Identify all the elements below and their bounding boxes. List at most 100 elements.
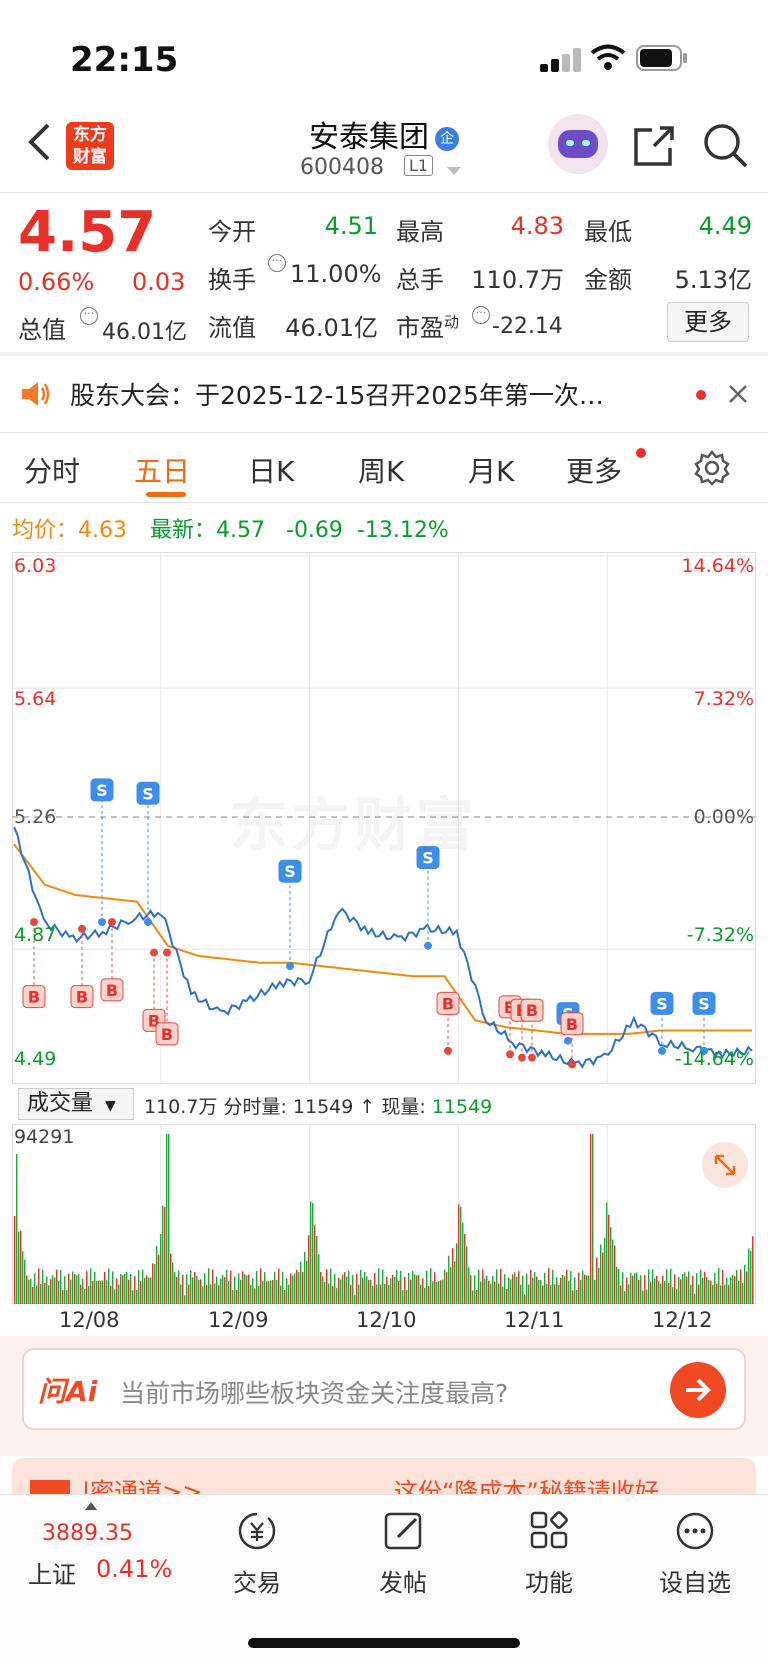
- volume-bar: [14, 1216, 16, 1304]
- volume-bar: [180, 1284, 182, 1304]
- expand-icon[interactable]: [702, 1142, 748, 1188]
- volume-bar: [554, 1284, 556, 1304]
- volume-bar: [130, 1274, 132, 1304]
- volume-bar: [596, 1257, 598, 1304]
- volume-bar: [416, 1275, 418, 1304]
- nav-trade[interactable]: 交易: [202, 1509, 312, 1598]
- chevron-down-icon[interactable]: [446, 166, 462, 176]
- info-icon[interactable]: ···: [268, 254, 286, 272]
- sell-marker-label: S: [96, 781, 108, 800]
- volume-bar: [466, 1246, 468, 1304]
- volume-bar: [30, 1278, 32, 1304]
- volume-bar: [576, 1289, 578, 1304]
- volume-bar: [610, 1227, 612, 1304]
- volume-bar: [308, 1235, 310, 1304]
- volume-bar: [70, 1279, 72, 1304]
- volume-bar: [630, 1272, 632, 1304]
- tab-fenshi[interactable]: 分时: [24, 450, 80, 490]
- volume-bar: [346, 1276, 348, 1304]
- tab-weekly-k[interactable]: 周K: [358, 450, 404, 490]
- volume-bar: [254, 1288, 256, 1304]
- volume-bar: [370, 1279, 372, 1304]
- buy-marker-label: B: [566, 1015, 578, 1034]
- more-button[interactable]: 更多: [667, 302, 749, 342]
- info-icon[interactable]: ···: [472, 306, 490, 324]
- date-axis: 12/08 12/09 12/10 12/11 12/12: [12, 1308, 756, 1338]
- volume-bar: [196, 1275, 198, 1304]
- volume-bar: [250, 1284, 252, 1304]
- volume-bar: [478, 1269, 480, 1304]
- volume-bar: [60, 1270, 62, 1304]
- tab-daily-k[interactable]: 日K: [248, 450, 294, 490]
- trade-marker-dot: [108, 918, 116, 927]
- open-value: 4.51: [324, 212, 378, 240]
- index-value[interactable]: 3889.35: [42, 1521, 133, 1546]
- volume-bar: [328, 1283, 330, 1304]
- share-icon[interactable]: [632, 124, 676, 168]
- volume-bar: [598, 1267, 600, 1304]
- volume-bar: [256, 1271, 258, 1304]
- volume-bar: [448, 1255, 450, 1304]
- volume-bar: [62, 1290, 64, 1304]
- volume-bar: [372, 1285, 374, 1304]
- volume-bar: [700, 1269, 702, 1304]
- tab-more[interactable]: 更多: [566, 450, 622, 490]
- volume-bar: [712, 1284, 714, 1304]
- nav-functions[interactable]: 功能: [494, 1509, 604, 1598]
- volume-bar: [476, 1290, 478, 1304]
- assistant-robot-icon[interactable]: [548, 114, 608, 174]
- sell-marker-label: S: [142, 784, 154, 803]
- volume-bar: [686, 1276, 688, 1304]
- volume-bar: [210, 1284, 212, 1304]
- volume-bar: [546, 1284, 548, 1304]
- volume-bar: [670, 1268, 672, 1304]
- notice-bar[interactable]: 股东大会：于2025-12-15召开2025年第一次…: [0, 356, 768, 432]
- volume-header: 成交量 ▼ 110.7万 分时量: 11549 ↑ 现量: 11549: [16, 1088, 760, 1122]
- volume-bar: [212, 1269, 214, 1304]
- volume-bar: [722, 1270, 724, 1304]
- send-arrow-icon[interactable]: [670, 1362, 726, 1418]
- trade-marker-dot: [163, 948, 171, 957]
- unread-dot: [696, 390, 706, 400]
- volume-bar: [48, 1285, 50, 1304]
- volume-bar: [300, 1261, 302, 1304]
- settings-gear-icon[interactable]: [694, 450, 730, 486]
- volume-bar: [88, 1285, 90, 1304]
- volume-bar: [624, 1291, 626, 1304]
- volume-bar: [152, 1263, 154, 1304]
- volume-bar: [188, 1284, 190, 1304]
- nav-watchlist-label: 设自选: [659, 1569, 731, 1597]
- volume-bar: [120, 1273, 122, 1304]
- tab-wuri[interactable]: 五日: [134, 450, 190, 490]
- index-percent[interactable]: 0.41%: [96, 1555, 172, 1583]
- promo-banner[interactable]: |密通道>> 这份“降成本”秘籍请收好: [12, 1458, 756, 1506]
- y-label-2: 5.64: [14, 688, 57, 710]
- info-icon[interactable]: ···: [80, 307, 98, 325]
- y-label-prev: 5.26: [14, 806, 57, 828]
- grid-apps-icon: [530, 1511, 568, 1549]
- volume-bar: [366, 1276, 368, 1304]
- close-icon[interactable]: [728, 384, 748, 404]
- volume-bar: [714, 1272, 716, 1304]
- indicator-selector[interactable]: 成交量 ▼: [18, 1088, 134, 1120]
- buy-marker-label: B: [526, 1001, 538, 1020]
- volume-bar: [186, 1274, 188, 1304]
- search-icon[interactable]: [702, 122, 748, 168]
- nav-watchlist[interactable]: 设自选: [640, 1509, 750, 1598]
- volume-bar: [230, 1270, 232, 1304]
- volume-bar: [384, 1283, 386, 1304]
- volume-bar: [338, 1277, 340, 1304]
- intraday-chart[interactable]: BBBSSBBSSBBBBSBSS 东方财富 6.03 5.64 5.26 4.…: [12, 552, 756, 1084]
- volume-bar: [438, 1281, 440, 1304]
- tab-monthly-k[interactable]: 月K: [468, 450, 514, 490]
- volume-bar: [410, 1279, 412, 1304]
- nav-post[interactable]: 发帖: [348, 1509, 458, 1598]
- volume-bar: [246, 1275, 248, 1304]
- volume-bar: [740, 1269, 742, 1304]
- ai-question-input[interactable]: 问Ai 当前市场哪些板块资金关注度最高?: [22, 1348, 746, 1430]
- volume-chart[interactable]: 94291: [12, 1124, 756, 1304]
- volume-bar: [494, 1281, 496, 1304]
- volume-bar: [194, 1272, 196, 1304]
- index-name[interactable]: 上证: [28, 1555, 76, 1590]
- notice-text: 股东大会：于2025-12-15召开2025年第一次…: [70, 381, 604, 410]
